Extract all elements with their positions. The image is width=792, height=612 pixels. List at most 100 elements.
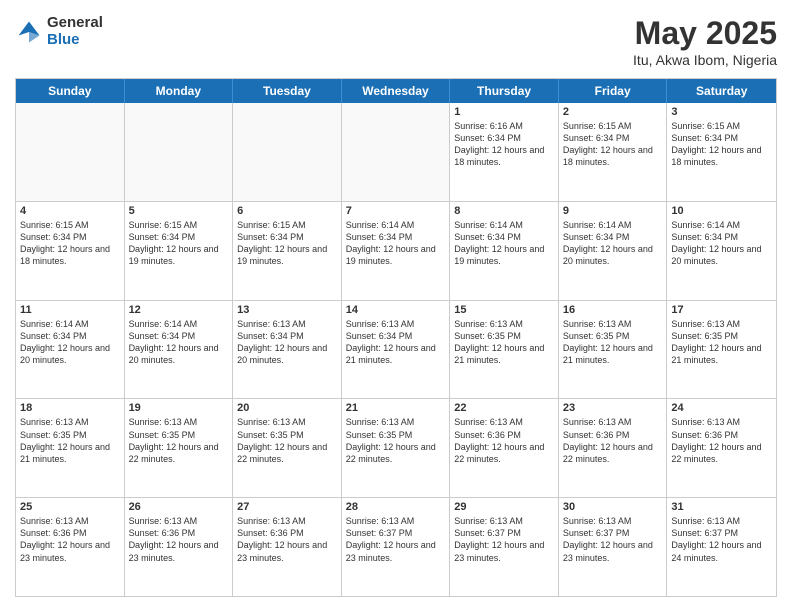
day-info: Sunrise: 6:15 AM Sunset: 6:34 PM Dayligh… <box>563 120 663 169</box>
day-cell: 30 Sunrise: 6:13 AM Sunset: 6:37 PM Dayli… <box>559 498 668 596</box>
calendar-row: 4Sunrise: 6:15 AM Sunset: 6:34 PM Daylig… <box>16 202 776 301</box>
day-info: Sunrise: 6:13 AM Sunset: 6:37 PM Dayligh… <box>454 515 554 564</box>
day-info: Sunrise: 6:14 AM Sunset: 6:34 PM Dayligh… <box>563 219 663 268</box>
calendar-row: 25 Sunrise: 6:13 AM Sunset: 6:36 PM Dayli… <box>16 498 776 596</box>
day-cell: 19 Sunrise: 6:13 AM Sunset: 6:35 PM Dayli… <box>125 399 234 497</box>
day-number: 29 <box>454 501 554 513</box>
logo-general: General <box>47 15 103 32</box>
day-cell: 8 Sunrise: 6:14 AM Sunset: 6:34 PM Daylig… <box>450 202 559 300</box>
day-cell: 25 Sunrise: 6:13 AM Sunset: 6:36 PM Dayli… <box>16 498 125 596</box>
day-info: Sunrise: 6:14 AM Sunset: 6:34 PM Dayligh… <box>346 219 446 268</box>
day-number: 19 <box>129 402 229 414</box>
day-info: Sunrise: 6:13 AM Sunset: 6:35 PM Dayligh… <box>129 416 229 465</box>
day-number: 15 <box>454 304 554 316</box>
day-number: 10 <box>671 205 772 217</box>
weekday-header: Friday <box>559 79 668 103</box>
day-cell: 6Sunrise: 6:15 AM Sunset: 6:34 PM Daylig… <box>233 202 342 300</box>
empty-cell <box>342 103 451 201</box>
day-number: 2 <box>563 106 663 118</box>
day-info: Sunrise: 6:15 AM Sunset: 6:34 PM Dayligh… <box>129 219 229 268</box>
day-info: Sunrise: 6:14 AM Sunset: 6:34 PM Dayligh… <box>671 219 772 268</box>
day-cell: 1 Sunrise: 6:16 AM Sunset: 6:34 PM Daylig… <box>450 103 559 201</box>
calendar: SundayMondayTuesdayWednesdayThursdayFrid… <box>15 78 777 597</box>
weekday-header: Saturday <box>667 79 776 103</box>
day-number: 3 <box>671 106 772 118</box>
day-info: Sunrise: 6:13 AM Sunset: 6:36 PM Dayligh… <box>20 515 120 564</box>
day-cell: 27Sunrise: 6:13 AM Sunset: 6:36 PM Dayli… <box>233 498 342 596</box>
day-number: 23 <box>563 402 663 414</box>
day-info: Sunrise: 6:15 AM Sunset: 6:34 PM Dayligh… <box>20 219 120 268</box>
day-info: Sunrise: 6:13 AM Sunset: 6:35 PM Dayligh… <box>237 416 337 465</box>
day-cell: 4Sunrise: 6:15 AM Sunset: 6:34 PM Daylig… <box>16 202 125 300</box>
day-number: 6 <box>237 205 337 217</box>
day-number: 27 <box>237 501 337 513</box>
day-number: 1 <box>454 106 554 118</box>
day-cell: 21Sunrise: 6:13 AM Sunset: 6:35 PM Dayli… <box>342 399 451 497</box>
day-number: 8 <box>454 205 554 217</box>
location: Itu, Akwa Ibom, Nigeria <box>633 52 777 68</box>
day-number: 26 <box>129 501 229 513</box>
day-cell: 15 Sunrise: 6:13 AM Sunset: 6:35 PM Dayli… <box>450 301 559 399</box>
weekday-header: Tuesday <box>233 79 342 103</box>
day-number: 11 <box>20 304 120 316</box>
day-number: 5 <box>129 205 229 217</box>
day-cell: 31 Sunrise: 6:13 AM Sunset: 6:37 PM Dayli… <box>667 498 776 596</box>
day-info: Sunrise: 6:13 AM Sunset: 6:37 PM Dayligh… <box>563 515 663 564</box>
day-cell: 18Sunrise: 6:13 AM Sunset: 6:35 PM Dayli… <box>16 399 125 497</box>
day-number: 24 <box>671 402 772 414</box>
day-info: Sunrise: 6:14 AM Sunset: 6:34 PM Dayligh… <box>454 219 554 268</box>
day-cell: 20Sunrise: 6:13 AM Sunset: 6:35 PM Dayli… <box>233 399 342 497</box>
day-cell: 16Sunrise: 6:13 AM Sunset: 6:35 PM Dayli… <box>559 301 668 399</box>
day-info: Sunrise: 6:13 AM Sunset: 6:35 PM Dayligh… <box>563 318 663 367</box>
day-cell: 13Sunrise: 6:13 AM Sunset: 6:34 PM Dayli… <box>233 301 342 399</box>
day-cell: 10 Sunrise: 6:14 AM Sunset: 6:34 PM Dayli… <box>667 202 776 300</box>
day-number: 31 <box>671 501 772 513</box>
day-cell: 22 Sunrise: 6:13 AM Sunset: 6:36 PM Dayli… <box>450 399 559 497</box>
day-number: 28 <box>346 501 446 513</box>
day-cell: 26 Sunrise: 6:13 AM Sunset: 6:36 PM Dayli… <box>125 498 234 596</box>
day-info: Sunrise: 6:13 AM Sunset: 6:36 PM Dayligh… <box>129 515 229 564</box>
day-info: Sunrise: 6:15 AM Sunset: 6:34 PM Dayligh… <box>671 120 772 169</box>
weekday-header: Sunday <box>16 79 125 103</box>
day-cell: 3 Sunrise: 6:15 AM Sunset: 6:34 PM Daylig… <box>667 103 776 201</box>
day-number: 9 <box>563 205 663 217</box>
day-cell: 12Sunrise: 6:14 AM Sunset: 6:34 PM Dayli… <box>125 301 234 399</box>
weekday-header: Monday <box>125 79 234 103</box>
weekday-header: Thursday <box>450 79 559 103</box>
day-number: 12 <box>129 304 229 316</box>
day-info: Sunrise: 6:13 AM Sunset: 6:36 PM Dayligh… <box>454 416 554 465</box>
calendar-header: SundayMondayTuesdayWednesdayThursdayFrid… <box>16 79 776 103</box>
page-header: General Blue May 2025 Itu, Akwa Ibom, Ni… <box>15 15 777 68</box>
day-info: Sunrise: 6:13 AM Sunset: 6:35 PM Dayligh… <box>454 318 554 367</box>
day-cell: 7Sunrise: 6:14 AM Sunset: 6:34 PM Daylig… <box>342 202 451 300</box>
day-info: Sunrise: 6:16 AM Sunset: 6:34 PM Dayligh… <box>454 120 554 169</box>
day-number: 30 <box>563 501 663 513</box>
empty-cell <box>125 103 234 201</box>
day-cell: 14 Sunrise: 6:13 AM Sunset: 6:34 PM Dayli… <box>342 301 451 399</box>
day-number: 25 <box>20 501 120 513</box>
logo-icon <box>15 18 43 46</box>
day-number: 22 <box>454 402 554 414</box>
weekday-header: Wednesday <box>342 79 451 103</box>
day-cell: 23Sunrise: 6:13 AM Sunset: 6:36 PM Dayli… <box>559 399 668 497</box>
calendar-page: General Blue May 2025 Itu, Akwa Ibom, Ni… <box>0 0 792 612</box>
day-info: Sunrise: 6:13 AM Sunset: 6:36 PM Dayligh… <box>671 416 772 465</box>
day-number: 14 <box>346 304 446 316</box>
day-cell: 24 Sunrise: 6:13 AM Sunset: 6:36 PM Dayli… <box>667 399 776 497</box>
logo: General Blue <box>15 15 103 48</box>
day-number: 18 <box>20 402 120 414</box>
day-info: Sunrise: 6:13 AM Sunset: 6:37 PM Dayligh… <box>346 515 446 564</box>
day-cell: 28 Sunrise: 6:13 AM Sunset: 6:37 PM Dayli… <box>342 498 451 596</box>
day-cell: 9 Sunrise: 6:14 AM Sunset: 6:34 PM Daylig… <box>559 202 668 300</box>
logo-text: General Blue <box>47 15 103 48</box>
day-info: Sunrise: 6:13 AM Sunset: 6:34 PM Dayligh… <box>237 318 337 367</box>
logo-blue: Blue <box>47 32 103 49</box>
calendar-row: 1 Sunrise: 6:16 AM Sunset: 6:34 PM Daylig… <box>16 103 776 202</box>
day-info: Sunrise: 6:13 AM Sunset: 6:35 PM Dayligh… <box>346 416 446 465</box>
day-info: Sunrise: 6:13 AM Sunset: 6:35 PM Dayligh… <box>671 318 772 367</box>
calendar-body: 1 Sunrise: 6:16 AM Sunset: 6:34 PM Daylig… <box>16 103 776 596</box>
day-info: Sunrise: 6:13 AM Sunset: 6:34 PM Dayligh… <box>346 318 446 367</box>
day-info: Sunrise: 6:13 AM Sunset: 6:37 PM Dayligh… <box>671 515 772 564</box>
day-cell: 17Sunrise: 6:13 AM Sunset: 6:35 PM Dayli… <box>667 301 776 399</box>
empty-cell <box>16 103 125 201</box>
